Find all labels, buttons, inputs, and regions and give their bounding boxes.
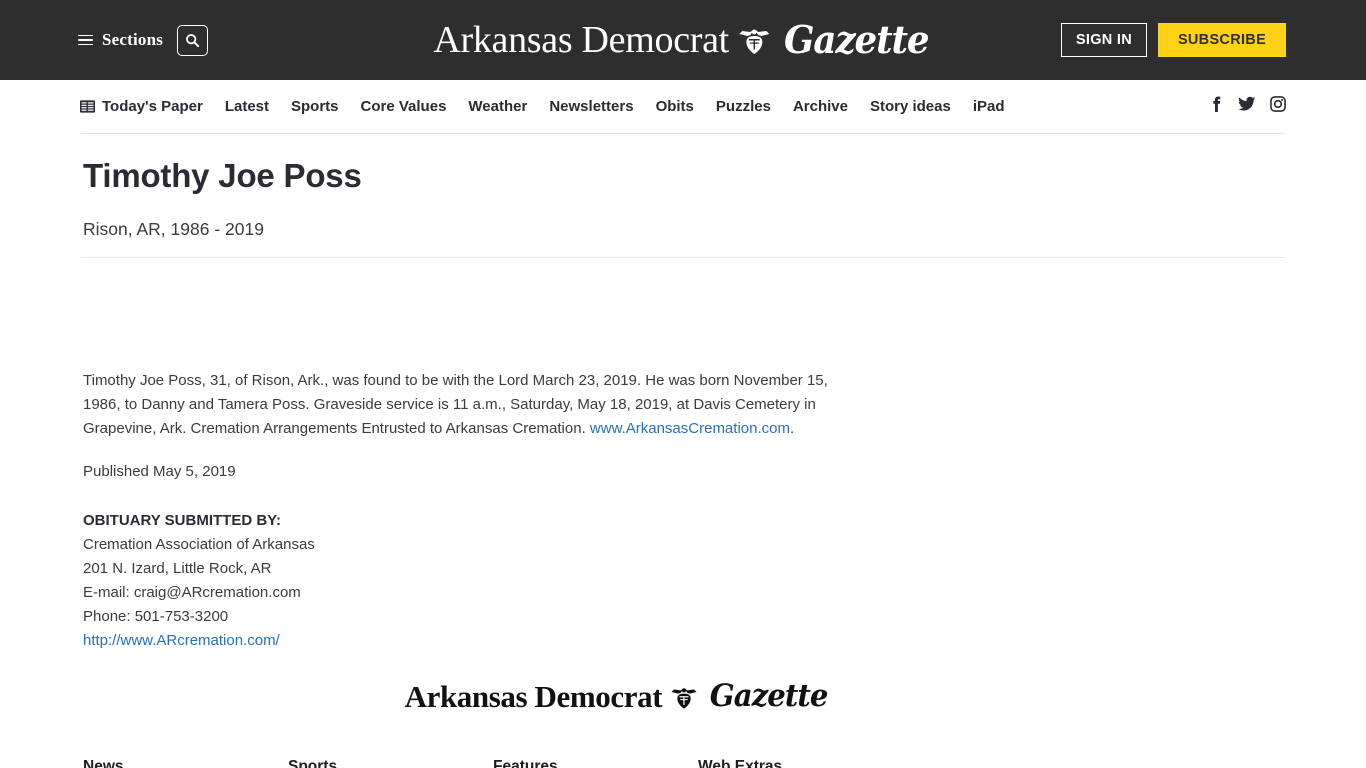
submitter-email: E-mail: craig@ARcremation.com [83,583,301,601]
footer-column-web-extras: Web Extras Email newsletters [698,758,903,768]
instagram-icon[interactable] [1270,96,1286,117]
eagle-crest-emblem [671,687,697,709]
footer-column-heading: Sports [288,758,338,768]
nav-item-obits[interactable]: Obits [656,98,694,115]
search-icon [186,33,200,47]
page-title: Timothy Joe Poss [83,157,362,194]
masthead-logo[interactable]: Arkansas Democrat Gazette [433,17,932,62]
submitter-name: Cremation Association of Arkansas [83,535,315,553]
header-left-group: Sections [78,24,209,56]
submitter-details: Cremation Association of Arkansas 201 N.… [83,533,1285,653]
hamburger-icon [78,34,93,46]
published-date: Published May 5, 2019 [83,463,236,481]
footer-logo-roman-text: Arkansas Democrat [404,679,663,715]
facebook-icon[interactable] [1208,96,1224,117]
site-header: Sections Arkansas Democrat Gazette SIGN … [0,0,1366,80]
obituary-subtitle: Rison, AR, 1986 - 2019 [83,218,264,239]
nav-item-weather[interactable]: Weather [468,98,527,115]
footer-column-sports: Sports Arkansas sports [288,758,493,768]
nav-item-newsletters[interactable]: Newsletters [549,98,633,115]
cremation-website-link[interactable]: www.ArkansasCremation.com [590,420,790,437]
sign-in-button[interactable]: SIGN IN [1060,23,1147,57]
eagle-crest-emblem [738,29,769,54]
footer-column-news: News Arkansas [83,758,288,768]
footer-column-heading: Features [493,758,558,768]
footer-logo[interactable]: Arkansas Democrat Gazette [0,678,1366,715]
nav-item-ipad[interactable]: iPad [973,98,1005,115]
submitter-address: 201 N. Izard, Little Rock, AR [83,559,272,577]
header-right-group: SIGN IN SUBSCRIBE [1060,23,1286,57]
footer-logo-gothic-text: Gazette [709,678,829,715]
nav-item-label: Today's Paper [102,98,203,115]
submitter-website-link[interactable]: http://www.ARcremation.com/ [83,632,280,649]
nav-item-core-values[interactable]: Core Values [361,98,447,115]
nav-divider [81,133,1285,134]
footer-column-features: Features Style [493,758,698,768]
obituary-body-tail: . [789,419,795,437]
nav-item-story-ideas[interactable]: Story ideas [870,98,951,115]
search-button[interactable] [177,24,209,56]
masthead-roman-text: Arkansas Democrat [433,19,729,61]
footer-column-heading: Web Extras [698,758,783,768]
nav-item-archive[interactable]: Archive [793,98,848,115]
social-links-group [1208,96,1286,117]
sections-menu-button[interactable]: Sections [78,30,163,50]
obituary-article: Timothy Joe Poss Rison, AR, 1986 - 2019 … [81,157,1285,653]
twitter-icon[interactable] [1238,96,1256,117]
submitted-by-label: OBITUARY SUBMITTED BY: [83,512,282,530]
sections-label: Sections [102,30,164,49]
nav-item-todays-paper[interactable]: Today's Paper [80,98,203,115]
footer-columns: News Arkansas Sports Arkansas sports Fea… [81,758,1285,768]
nav-item-puzzles[interactable]: Puzzles [716,98,771,115]
advertisement-slot [81,258,1285,354]
masthead-gothic-text: Gazette [783,17,930,62]
newspaper-icon [80,100,95,113]
obituary-body: Timothy Joe Poss, 31, of Rison, Ark., wa… [83,369,855,440]
subscribe-button[interactable]: SUBSCRIBE [1158,23,1286,57]
submitter-phone: Phone: 501-753-3200 [83,607,229,625]
footer-column-heading: News [83,758,124,768]
nav-item-sports[interactable]: Sports [291,98,339,115]
primary-navigation: Today's Paper Latest Sports Core Values … [0,80,1366,133]
nav-item-latest[interactable]: Latest [225,98,269,115]
nav-items-group: Today's Paper Latest Sports Core Values … [80,98,1005,115]
